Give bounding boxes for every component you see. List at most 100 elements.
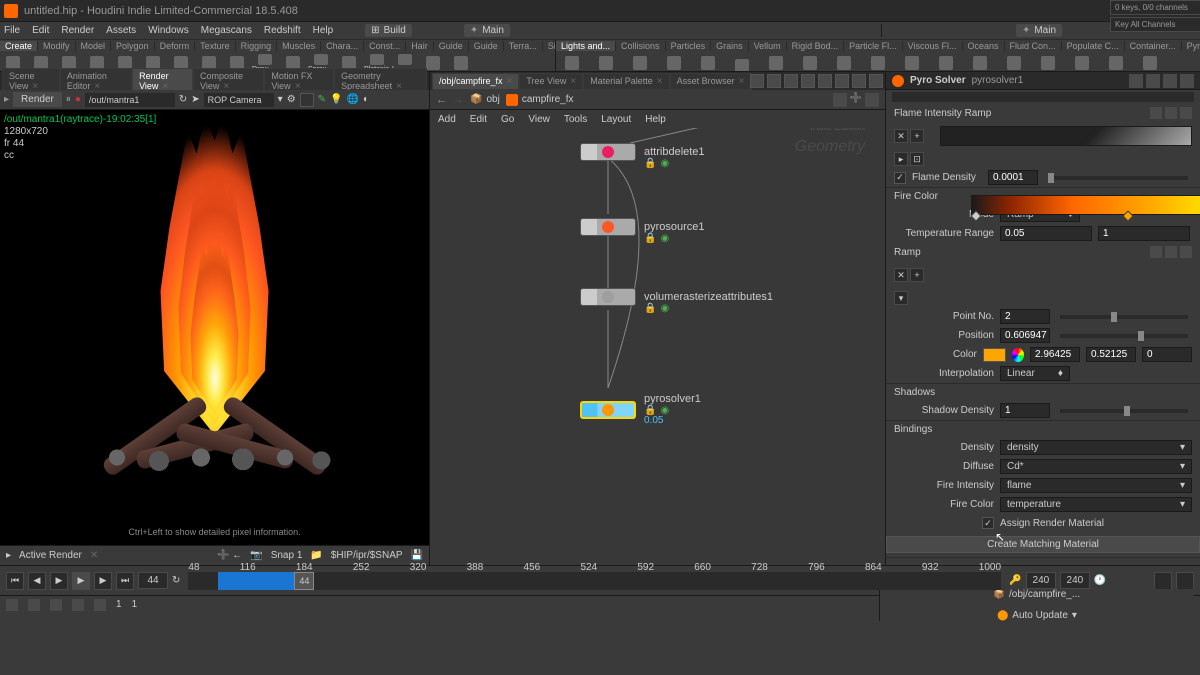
forward-icon[interactable]: → [453, 94, 464, 106]
tool-camera[interactable]: Camera [556, 54, 588, 72]
pointno-input[interactable]: 2 [1000, 309, 1050, 324]
node-name-label[interactable]: pyrosolver1 [972, 75, 1024, 86]
tool-gamepad-camera[interactable]: Gamepad Camera [1134, 54, 1166, 72]
shelf1-tab[interactable]: Model [76, 41, 112, 51]
shelf2-tab[interactable]: Particle Fl... [844, 41, 903, 51]
color-g-input[interactable]: 0.52125 [1086, 347, 1136, 362]
tool-gi-light[interactable]: GI Light [896, 54, 928, 72]
start-frame-1[interactable]: 1 [116, 599, 122, 610]
shelf2-tab[interactable]: Collisions [616, 41, 666, 51]
shelf1-tab[interactable]: Texture [195, 41, 236, 51]
shelf2-tab[interactable]: Fluid Con... [1005, 41, 1062, 51]
shelf2-tab[interactable]: Oceans [963, 41, 1005, 51]
collapse-icon[interactable]: ▸ [6, 550, 11, 561]
tl-opt-2[interactable] [1176, 572, 1194, 590]
shelf1-tab[interactable]: Muscles [277, 41, 321, 51]
render-viewport[interactable]: /out/mantra1(raytrace)-19:02:35[1] 1280x… [0, 110, 429, 545]
path-node[interactable]: campfire_fx [506, 94, 574, 106]
shelf1-tab[interactable]: Guide [469, 41, 504, 51]
density-dropdown[interactable]: density▾ [1000, 440, 1192, 455]
shelf1-tab[interactable]: Create [0, 41, 38, 51]
tool-spot-light[interactable]: Spot Light [624, 54, 656, 72]
ramp-fit-icon[interactable]: ⊡ [910, 152, 924, 166]
shelf1-tab[interactable]: Polygon [111, 41, 155, 51]
menu-assets[interactable]: Assets [106, 25, 136, 36]
sb-icon-2[interactable] [28, 599, 40, 611]
ramp-preset-icon[interactable] [1150, 107, 1162, 119]
section-bindings[interactable]: Bindings [886, 421, 1200, 438]
section-ramp[interactable]: Ramp [886, 243, 1200, 261]
interp-dropdown[interactable]: Linear♦ [1000, 366, 1070, 381]
camera-icon[interactable]: 📷 [250, 550, 262, 561]
tool-stereo-camera[interactable]: Stereo Camera [1032, 54, 1064, 72]
active-render-label[interactable]: Active Render✕ [19, 550, 98, 561]
shelf1-tab[interactable]: Chara... [321, 41, 364, 51]
menu-file[interactable]: File [4, 25, 20, 36]
key-all-btn[interactable]: Key All Channels [1110, 17, 1200, 32]
section-flame-intensity[interactable]: Flame Intensity Ramp [886, 104, 1200, 122]
fire-color-ramp[interactable] [971, 195, 1200, 215]
nv-icon-3[interactable] [784, 74, 798, 88]
snap-label[interactable]: Snap 1 [271, 550, 303, 561]
flame-density-input[interactable]: 0.0001 [988, 170, 1038, 185]
temprange-max-input[interactable]: 1 [1098, 226, 1190, 241]
menu-windows[interactable]: Windows [148, 25, 189, 36]
ramp-gear-icon[interactable] [1180, 107, 1192, 119]
add-icon[interactable]: ➕ [850, 93, 862, 107]
tool-point-light[interactable]: Point Light [590, 54, 622, 72]
tl-opt-1[interactable] [1154, 572, 1172, 590]
sb-icon-3[interactable] [50, 599, 62, 611]
end-frame-1[interactable]: 240 [1026, 572, 1056, 589]
prev-frame-icon[interactable]: ◀ [28, 572, 46, 590]
menu-edit[interactable]: Edit [32, 25, 49, 36]
shelf2-tab[interactable]: Vellum [749, 41, 787, 51]
ramp-hide-icon[interactable] [1165, 107, 1177, 119]
tool-volume-light[interactable]: Volume Light [760, 54, 792, 72]
shelf2-tab[interactable]: Particles [666, 41, 712, 51]
node-attribdelete[interactable]: attribdelete1🔒◉ [580, 143, 705, 161]
shelf1-tab[interactable]: Guide [434, 41, 469, 51]
tool-ambient-light[interactable]: Ambient Light [998, 54, 1030, 72]
pane-tab[interactable]: Tree View× [519, 73, 583, 90]
section-shadows[interactable]: Shadows [886, 384, 1200, 401]
nv-icon-5[interactable] [818, 74, 832, 88]
color-r-input[interactable]: 2.96425 [1030, 347, 1080, 362]
play-icon[interactable]: ▶ [72, 572, 90, 590]
menu-help[interactable]: Help [313, 25, 334, 36]
assign-material-checkbox[interactable]: ✓ [982, 517, 994, 529]
nv-icon-8[interactable] [869, 74, 883, 88]
clock-icon[interactable]: 🕐 [1094, 575, 1106, 586]
pane-tab[interactable]: /obj/campfire_fx× [432, 73, 519, 90]
find-icon[interactable] [865, 93, 879, 107]
back-icon[interactable]: ← [436, 94, 447, 106]
position-slider[interactable] [1060, 334, 1188, 338]
shelf2-tab[interactable]: Container... [1125, 41, 1182, 51]
help-icon[interactable] [1146, 74, 1160, 88]
shelf2-tab[interactable]: Rigid Bod... [787, 41, 845, 51]
nmenu-layout[interactable]: Layout [601, 114, 631, 125]
shelf-main[interactable]: ✦Main [464, 24, 510, 37]
pin-icon[interactable] [833, 93, 847, 107]
shelf1-tab[interactable]: Const... [364, 41, 406, 51]
flame-density-slider[interactable] [1048, 176, 1188, 180]
search-icon[interactable] [1163, 74, 1177, 88]
shadow-density-slider[interactable] [1060, 409, 1188, 413]
flame-density-toggle[interactable]: ✓ [894, 172, 906, 184]
network-view[interactable]: Indie Edition Geometry attribdelete1🔒◉ p… [430, 128, 885, 565]
nv-icon-2[interactable] [767, 74, 781, 88]
menu-redshift[interactable]: Redshift [264, 25, 301, 36]
ramp2-gear-icon[interactable] [1180, 246, 1192, 258]
color-b-input[interactable]: 0 [1142, 347, 1192, 362]
folder-icon[interactable]: 📁 [310, 550, 322, 561]
misc-icon[interactable]: ◐ [363, 94, 369, 105]
shelf1-tab[interactable]: Simpl... [543, 41, 555, 51]
end-frame-2[interactable]: 240 [1060, 572, 1090, 589]
menu-megascans[interactable]: Megascans [201, 25, 252, 36]
nmenu-help[interactable]: Help [645, 114, 666, 125]
tool-area-light[interactable]: Area Light [658, 54, 690, 72]
playhead[interactable]: 44 [294, 572, 314, 590]
tool-vr-camera[interactable]: VR Camera [1066, 54, 1098, 72]
key-icon[interactable]: 🔑 [1009, 575, 1021, 586]
shelf2-tab[interactable]: Viscous Fl... [903, 41, 963, 51]
pointno-slider[interactable] [1060, 315, 1188, 319]
